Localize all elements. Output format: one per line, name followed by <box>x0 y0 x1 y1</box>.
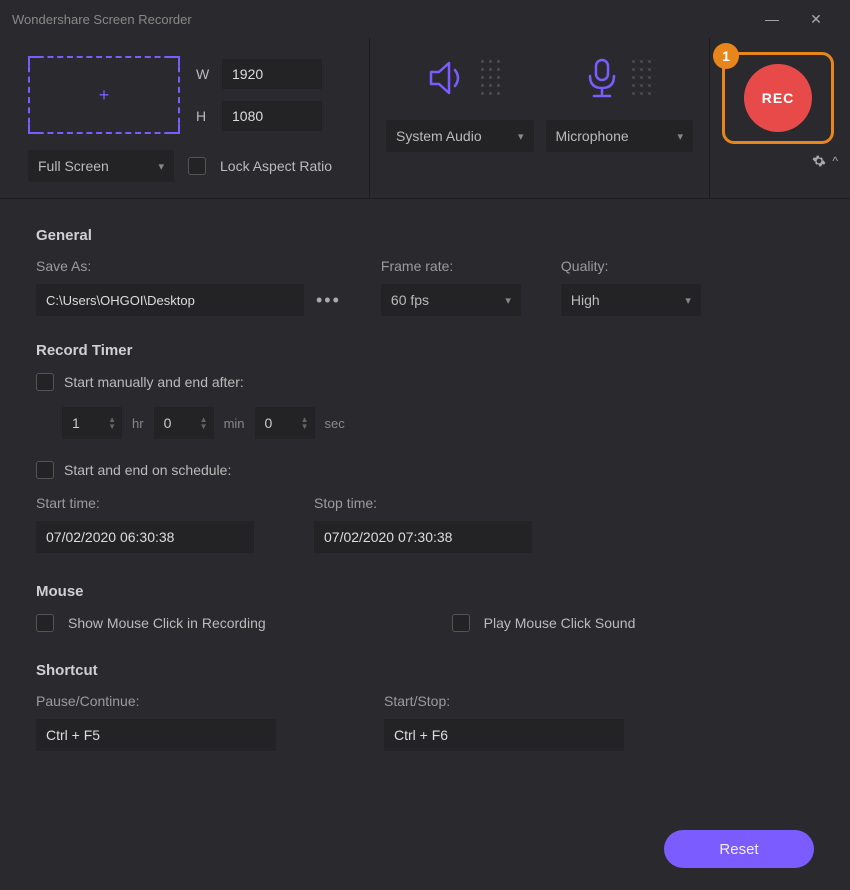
microphone-value: Microphone <box>556 128 629 144</box>
height-input[interactable] <box>222 101 322 131</box>
record-panel: 1 REC ^ <box>710 38 850 198</box>
titlebar: Wondershare Screen Recorder — ✕ <box>0 0 850 38</box>
capture-area-selector[interactable]: + <box>28 56 180 134</box>
reset-button[interactable]: Reset <box>664 830 814 868</box>
chevron-down-icon: ▾ <box>685 294 691 307</box>
startstop-label: Start/Stop: <box>384 693 624 709</box>
width-input[interactable] <box>222 59 322 89</box>
minimize-button[interactable]: — <box>750 11 794 27</box>
play-sound-label: Play Mouse Click Sound <box>484 615 636 631</box>
window-title: Wondershare Screen Recorder <box>12 12 192 27</box>
record-button[interactable]: 1 REC <box>722 52 834 144</box>
show-click-label: Show Mouse Click in Recording <box>68 615 266 631</box>
pause-label: Pause/Continue: <box>36 693 276 709</box>
quality-label: Quality: <box>561 258 701 274</box>
sec-unit: sec <box>325 416 345 431</box>
minutes-stepper[interactable]: 0▲▼ <box>154 407 214 439</box>
start-time-input[interactable] <box>36 521 254 553</box>
play-sound-checkbox[interactable] <box>452 614 470 632</box>
startstop-shortcut-input[interactable] <box>384 719 624 751</box>
frame-rate-dropdown[interactable]: 60 fps ▾ <box>381 284 521 316</box>
audio-panel: System Audio ▾ Microphone ▾ <box>370 38 710 198</box>
browse-button[interactable]: ••• <box>316 290 341 311</box>
capture-mode-dropdown[interactable]: Full Screen ▾ <box>28 150 174 182</box>
lock-aspect-checkbox[interactable] <box>188 157 206 175</box>
speaker-icon <box>427 58 471 98</box>
system-audio-dropdown[interactable]: System Audio ▾ <box>386 120 534 152</box>
timer-section-title: Record Timer <box>36 342 814 359</box>
chevron-up-icon: ^ <box>832 154 838 168</box>
min-unit: min <box>224 416 245 431</box>
save-as-input[interactable] <box>36 284 304 316</box>
chevron-down-icon: ▾ <box>158 160 164 173</box>
frame-rate-value: 60 fps <box>391 292 429 308</box>
record-label: REC <box>762 90 795 106</box>
gear-icon <box>812 154 826 168</box>
seconds-stepper[interactable]: 0▲▼ <box>255 407 315 439</box>
settings-panel: General Save As: ••• Frame rate: 60 fps … <box>0 199 850 771</box>
stop-time-input[interactable] <box>314 521 532 553</box>
settings-toggle[interactable]: ^ <box>722 154 838 168</box>
record-badge: 1 <box>713 43 739 69</box>
lock-aspect-label: Lock Aspect Ratio <box>220 158 332 174</box>
show-click-checkbox[interactable] <box>36 614 54 632</box>
system-audio-value: System Audio <box>396 128 482 144</box>
hours-stepper[interactable]: 1▲▼ <box>62 407 122 439</box>
chevron-down-icon: ▾ <box>677 130 683 143</box>
microphone-dropdown[interactable]: Microphone ▾ <box>546 120 694 152</box>
save-as-label: Save As: <box>36 258 341 274</box>
stop-time-label: Stop time: <box>314 495 532 511</box>
schedule-checkbox[interactable] <box>36 461 54 479</box>
general-section-title: General <box>36 227 814 244</box>
microphone-icon <box>582 56 622 100</box>
mouse-section-title: Mouse <box>36 583 814 600</box>
chevron-down-icon: ▾ <box>518 130 524 143</box>
drag-handle-icon[interactable] <box>481 60 501 96</box>
capture-mode-value: Full Screen <box>38 158 109 174</box>
plus-icon: + <box>99 85 110 106</box>
capture-panel: + W H Full Screen ▾ Lock Aspect Ratio <box>0 38 370 198</box>
drag-handle-icon[interactable] <box>632 60 652 96</box>
record-circle: REC <box>744 64 812 132</box>
height-label: H <box>196 108 212 124</box>
schedule-label: Start and end on schedule: <box>64 462 231 478</box>
chevron-down-icon: ▾ <box>505 294 511 307</box>
width-label: W <box>196 66 212 82</box>
quality-value: High <box>571 292 600 308</box>
manual-end-label: Start manually and end after: <box>64 374 244 390</box>
pause-shortcut-input[interactable] <box>36 719 276 751</box>
hr-unit: hr <box>132 416 144 431</box>
frame-rate-label: Frame rate: <box>381 258 521 274</box>
manual-end-checkbox[interactable] <box>36 373 54 391</box>
start-time-label: Start time: <box>36 495 254 511</box>
quality-dropdown[interactable]: High ▾ <box>561 284 701 316</box>
shortcut-section-title: Shortcut <box>36 662 814 679</box>
close-button[interactable]: ✕ <box>794 11 838 28</box>
